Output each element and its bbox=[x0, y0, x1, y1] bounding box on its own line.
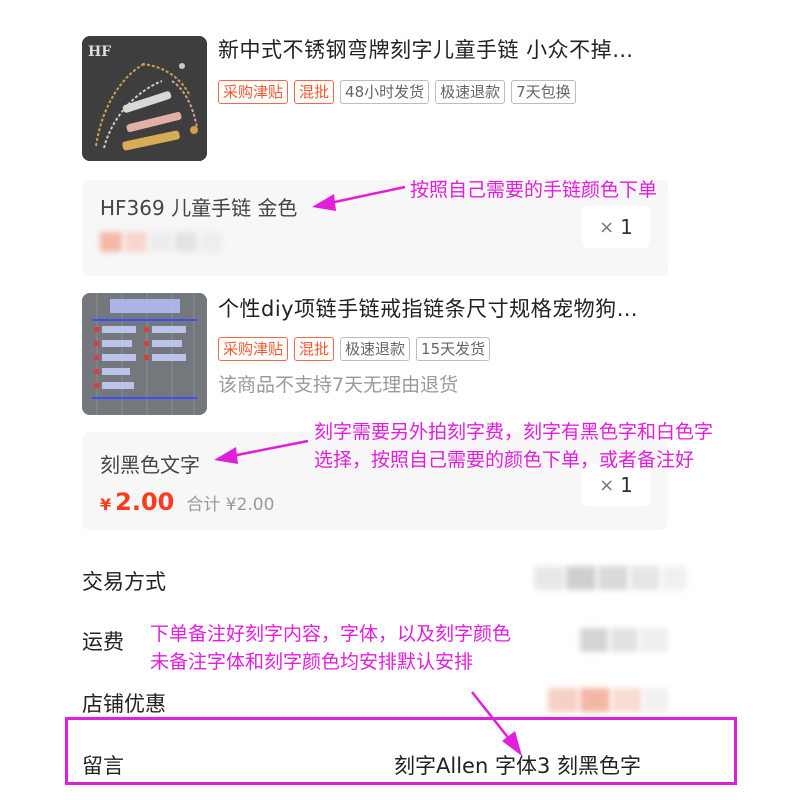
arrow-icon bbox=[312, 185, 406, 211]
arrow-icon bbox=[471, 691, 522, 756]
arrow-icon bbox=[214, 439, 309, 464]
annotation-arrows bbox=[214, 185, 522, 756]
